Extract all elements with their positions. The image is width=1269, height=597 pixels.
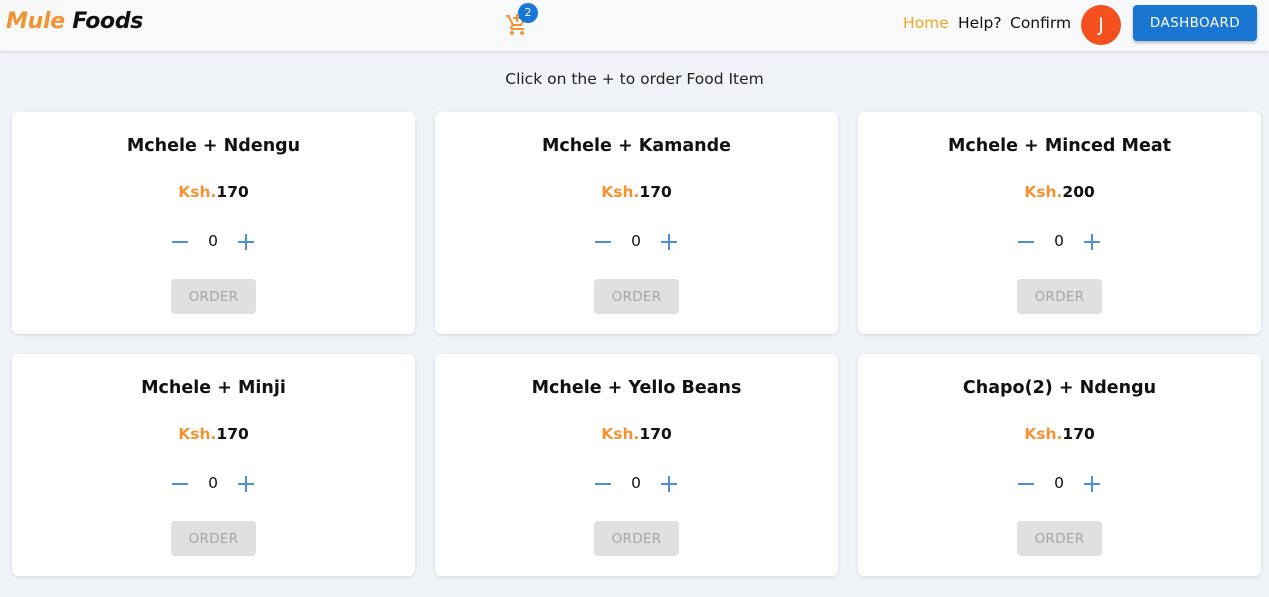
food-item-name: Mchele + Minji: [141, 378, 286, 398]
increase-quantity-icon[interactable]: [657, 472, 681, 496]
food-item-card: Mchele + Minced Meat Ksh.200 0 ORDER: [858, 112, 1261, 334]
food-item-name: Mchele + Minced Meat: [947, 136, 1172, 156]
dashboard-button[interactable]: DASHBOARD: [1133, 5, 1257, 41]
brand-name-part2: Foods: [72, 9, 144, 34]
quantity-value: 0: [208, 474, 218, 492]
order-button[interactable]: ORDER: [594, 521, 679, 556]
brand-logo[interactable]: Mule Foods: [6, 9, 143, 34]
food-item-name: Mchele + Kamande: [541, 136, 732, 156]
price-amount: 170: [216, 425, 249, 443]
price-currency: Ksh.: [601, 425, 640, 443]
increase-quantity-icon[interactable]: [1080, 230, 1104, 254]
price-amount: 170: [639, 183, 672, 201]
order-button[interactable]: ORDER: [171, 279, 256, 314]
price-amount: 170: [216, 183, 249, 201]
quantity-value: 0: [631, 474, 641, 492]
app-bar: Mule Foods 2 Home Help? Confirm J DASHBO…: [0, 0, 1269, 51]
food-item-name: Mchele + Ndengu: [126, 136, 301, 156]
increase-quantity-icon[interactable]: [234, 230, 258, 254]
quantity-value: 0: [1054, 474, 1064, 492]
nav-confirm-link[interactable]: Confirm: [1010, 14, 1071, 32]
order-button[interactable]: ORDER: [1017, 279, 1102, 314]
increase-quantity-icon[interactable]: [657, 230, 681, 254]
quantity-stepper: 0: [12, 230, 415, 254]
quantity-stepper: 0: [435, 230, 838, 254]
nav-home-link[interactable]: Home: [903, 14, 949, 32]
food-item-card: Mchele + Kamande Ksh.170 0 ORDER: [435, 112, 838, 334]
order-button[interactable]: ORDER: [171, 521, 256, 556]
nav-help-link[interactable]: Help?: [958, 14, 1002, 32]
decrease-quantity-icon[interactable]: [1014, 472, 1038, 496]
order-button[interactable]: ORDER: [594, 279, 679, 314]
quantity-value: 0: [208, 232, 218, 250]
price-currency: Ksh.: [178, 183, 217, 201]
order-instruction: Click on the + to order Food Item: [505, 70, 764, 88]
food-item-card: Mchele + Yello Beans Ksh.170 0 ORDER: [435, 354, 838, 576]
decrease-quantity-icon[interactable]: [168, 230, 192, 254]
price-currency: Ksh.: [178, 425, 217, 443]
increase-quantity-icon[interactable]: [234, 472, 258, 496]
food-item-price: Ksh.170: [435, 183, 838, 201]
decrease-quantity-icon[interactable]: [168, 472, 192, 496]
price-amount: 170: [639, 425, 672, 443]
quantity-stepper: 0: [12, 472, 415, 496]
food-item-price: Ksh.170: [12, 425, 415, 443]
cart-count-badge: 2: [518, 3, 538, 23]
decrease-quantity-icon[interactable]: [1014, 230, 1038, 254]
quantity-stepper: 0: [435, 472, 838, 496]
decrease-quantity-icon[interactable]: [591, 230, 615, 254]
price-amount: 200: [1062, 183, 1095, 201]
food-item-card: Mchele + Minji Ksh.170 0 ORDER: [12, 354, 415, 576]
user-avatar[interactable]: J: [1081, 5, 1121, 45]
food-item-name: Chapo(2) + Ndengu: [962, 378, 1157, 398]
food-item-card: Mchele + Ndengu Ksh.170 0 ORDER: [12, 112, 415, 334]
quantity-value: 0: [1054, 232, 1064, 250]
brand-name-part1: Mule: [6, 9, 65, 34]
food-item-card: Chapo(2) + Ndengu Ksh.170 0 ORDER: [858, 354, 1261, 576]
order-button[interactable]: ORDER: [1017, 521, 1102, 556]
food-item-name: Mchele + Yello Beans: [531, 378, 742, 398]
quantity-stepper: 0: [858, 230, 1261, 254]
food-item-price: Ksh.200: [858, 183, 1261, 201]
food-item-price: Ksh.170: [435, 425, 838, 443]
food-item-price: Ksh.170: [858, 425, 1261, 443]
quantity-value: 0: [631, 232, 641, 250]
price-amount: 170: [1062, 425, 1095, 443]
quantity-stepper: 0: [858, 472, 1261, 496]
price-currency: Ksh.: [1024, 425, 1063, 443]
decrease-quantity-icon[interactable]: [591, 472, 615, 496]
food-item-price: Ksh.170: [12, 183, 415, 201]
price-currency: Ksh.: [601, 183, 640, 201]
price-currency: Ksh.: [1024, 183, 1063, 201]
increase-quantity-icon[interactable]: [1080, 472, 1104, 496]
